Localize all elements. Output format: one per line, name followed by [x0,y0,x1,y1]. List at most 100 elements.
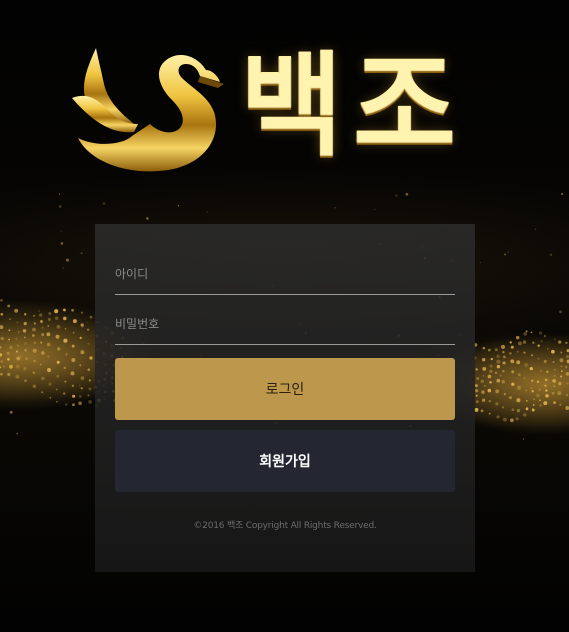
particle-dot [8,329,11,332]
particle-dot [517,341,522,346]
particle-dot [38,310,40,312]
particle-dot [529,366,533,371]
particle-dot [530,387,533,390]
particle-dot [206,211,209,213]
particle-dot [32,334,35,337]
particle-dot [538,388,541,391]
particle-dot [46,342,51,347]
particle-dot [60,242,64,245]
particle-dot [57,347,61,351]
particle-dot [532,404,535,406]
particle-dot [496,378,501,383]
particle-dot [560,351,563,354]
particle-dot [405,193,409,196]
particle-dot [532,341,535,345]
particle-dot [547,348,549,350]
particle-dot [482,367,487,371]
particle-dot [15,350,19,353]
particle-dot [488,412,491,415]
particle-dot [78,384,81,387]
particle-dot [46,367,52,373]
particle-dot [538,331,543,335]
particle-dot [507,251,510,254]
particle-dot [560,375,563,378]
particle-dot [553,385,556,388]
particle-dot [561,193,564,196]
particle-dot [531,389,534,393]
particle-dot [475,394,478,397]
particle-dot [531,354,533,357]
particle-dot [60,230,62,232]
particle-dot [17,330,20,334]
particle-dot [78,401,82,406]
particle-dot [532,398,535,401]
particle-dot [496,364,501,369]
particle-dot [48,312,52,315]
particle-dot [33,314,35,317]
particle-dot [537,344,540,347]
particle-dot [523,377,526,380]
particle-dot [71,344,75,348]
particle-dot [63,338,68,343]
signup-button[interactable]: 회원가입 [115,430,455,492]
particle-dot [0,360,4,363]
particle-dot [23,321,27,326]
password-input[interactable] [115,304,455,344]
particle-dot [64,327,67,330]
particle-dot [41,333,45,337]
particle-dot [14,308,19,313]
particle-dot [481,357,486,362]
particle-dot [496,354,500,359]
particle-dot [515,417,519,421]
particle-dot [16,321,19,324]
particle-dot [32,384,36,388]
particle-dot [564,365,568,369]
particle-dot [80,376,85,380]
particle-dot [552,361,555,363]
particle-dot [504,253,506,256]
particle-dot [334,206,336,209]
particle-dot [24,349,27,352]
particle-dot [551,349,555,354]
login-button[interactable]: 로그인 [115,358,455,420]
particle-dot [553,369,556,371]
particle-dot [490,357,493,361]
particle-dot [516,398,521,403]
particle-dot [522,438,524,440]
particle-dot [525,407,529,411]
particle-dot [41,326,44,329]
login-panel: 로그인 회원가입 ©2016 백조 Copyright All Rights R… [95,224,475,572]
login-page: 백조 로그인 회원가입 ©2016 백조 Copyright All Right… [0,0,569,632]
particle-dot [80,387,83,390]
particle-dot [482,346,486,350]
particle-dot [88,387,92,391]
particle-dot [32,371,36,375]
particle-dot [9,410,13,414]
particle-dot [7,304,11,308]
id-input[interactable] [115,254,455,294]
particle-dot [394,194,398,197]
particle-dot [511,408,515,412]
particle-dot [177,205,180,207]
particle-dot [496,359,501,364]
particle-dot [40,351,45,355]
particle-dot [500,344,506,349]
particle-dot [48,318,51,321]
copyright-text: ©2016 백조 Copyright All Rights Reserved. [193,521,377,531]
particle-dot [509,341,512,344]
particle-dot [89,315,93,319]
particle-dot [495,389,500,394]
particle-dot [102,202,106,205]
particle-dot [531,379,534,382]
particle-dot [55,334,60,339]
particle-dot [71,384,75,387]
particle-dot [566,382,569,385]
particle-dot [79,395,82,398]
particle-dot [15,337,18,340]
particle-dot [89,356,93,360]
particle-dot [537,357,540,360]
particle-dot [510,359,515,364]
particle-dot [3,365,5,368]
particle-dot [19,355,22,357]
particle-dot [64,403,68,406]
